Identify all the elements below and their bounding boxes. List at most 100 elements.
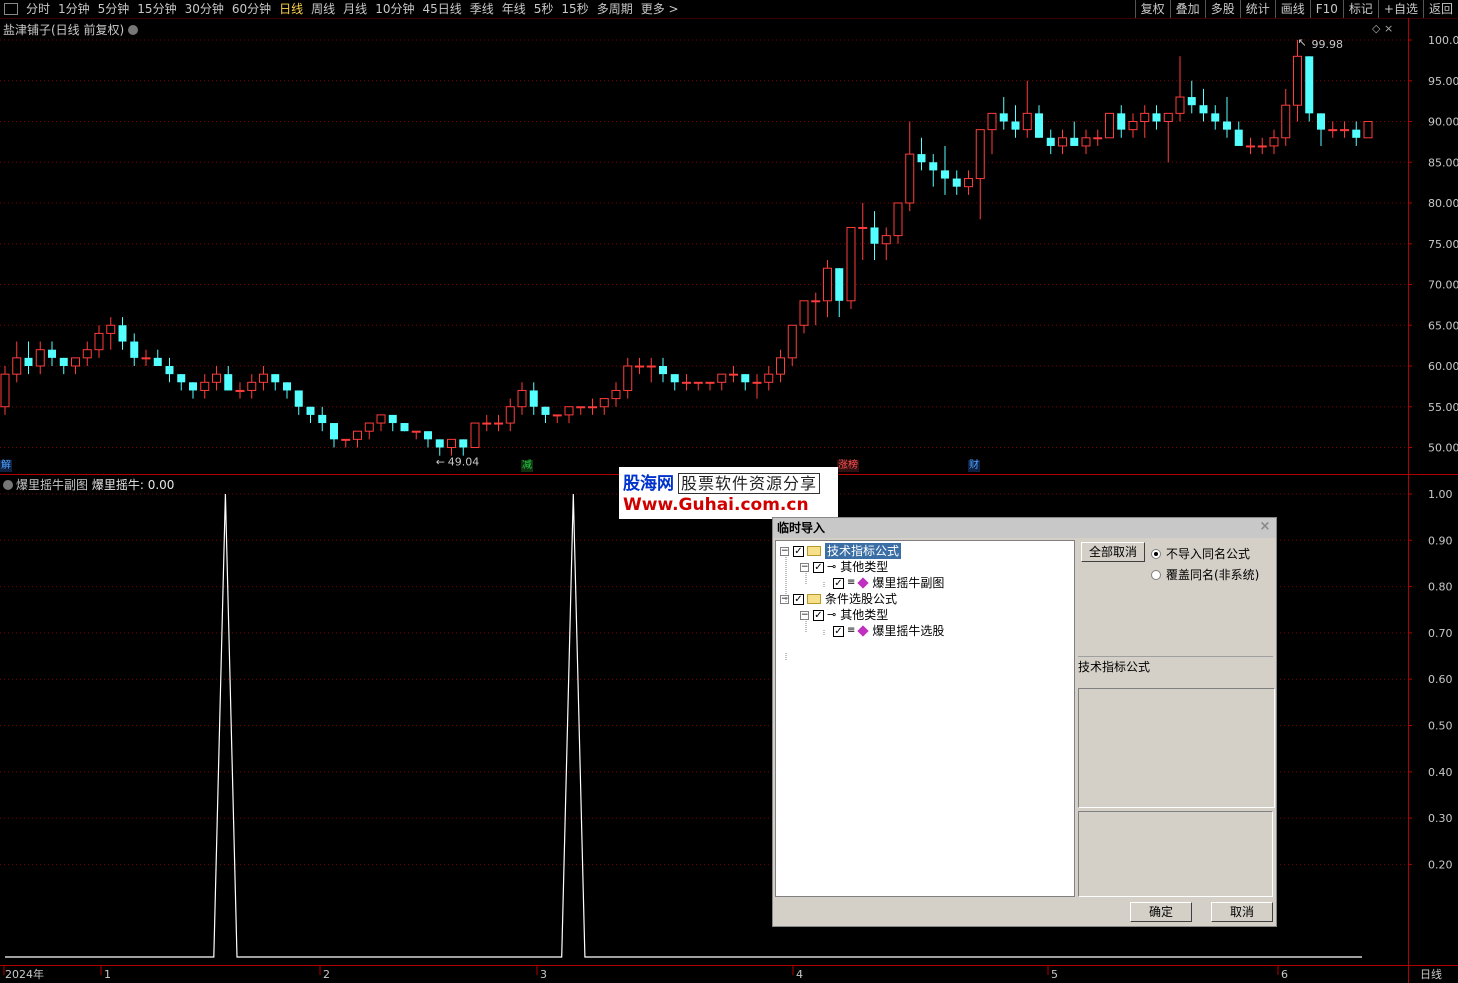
candle-body xyxy=(505,406,515,424)
collapse-icon[interactable]: − xyxy=(800,562,809,572)
candle-body xyxy=(752,381,762,384)
event-marker-jie[interactable]: 解 xyxy=(0,460,12,472)
candle-body xyxy=(1058,137,1067,147)
tree-node[interactable]: ✓ ≡ 爆里摇牛副图 xyxy=(820,575,944,591)
close-icon[interactable]: × xyxy=(1384,22,1393,35)
tree-node-label: 其他类型 xyxy=(840,608,889,622)
candle-body xyxy=(364,422,374,432)
checkbox[interactable]: ✓ xyxy=(833,625,844,637)
radio-circle[interactable] xyxy=(1151,569,1161,580)
checkbox[interactable]: ✓ xyxy=(813,561,824,573)
collapse-icon[interactable]: − xyxy=(780,546,789,556)
candle-body xyxy=(435,439,444,448)
candle-body xyxy=(1317,113,1325,130)
candle-body xyxy=(424,431,432,440)
tree-node[interactable]: ✓ ≡ 爆里摇牛选股 xyxy=(820,623,944,639)
folder-icon xyxy=(807,594,821,604)
candle-body xyxy=(494,422,503,425)
x-tick-label: 2024年 xyxy=(5,967,44,981)
checkbox[interactable]: ✓ xyxy=(813,609,824,621)
y-tick-label: 0.70 xyxy=(1428,627,1453,640)
candle-body xyxy=(659,366,667,375)
candle-body xyxy=(1234,129,1243,146)
close-icon[interactable]: × xyxy=(1258,520,1272,534)
candle-body xyxy=(306,406,315,415)
event-marker-jian[interactable]: 减 xyxy=(521,460,533,472)
cancel-button[interactable]: 取消 xyxy=(1211,902,1273,922)
tree-node-label: 技术指标公式 xyxy=(825,543,902,559)
dialog-titlebar[interactable]: 临时导入 × xyxy=(773,518,1276,538)
candle-body xyxy=(670,374,679,383)
candle-body xyxy=(12,357,22,375)
event-marker-zhangbang[interactable]: 涨榜 xyxy=(837,460,859,472)
checkbox[interactable]: ✓ xyxy=(833,577,844,589)
key-icon: ⊸ xyxy=(827,608,837,621)
candle-body xyxy=(71,357,80,367)
watermark-logo: 股海网 股票软件资源分享 Www.Guhai.com.cn xyxy=(619,467,838,519)
formula-tree[interactable]: − ✓ 技术指标公式 − ✓ ⊸ 其他类型 ✓ ≡ 爆里摇牛副图 − ✓ 条件选股公式 − ✓ ⊸ 其他类型 ✓ ≡… xyxy=(775,540,1075,897)
radio-no-import-same[interactable]: 不导入同名公式 xyxy=(1151,545,1250,562)
candle-body xyxy=(259,373,268,383)
candle-body xyxy=(0,373,10,408)
y-tick-label: 75.00 xyxy=(1428,238,1458,251)
candle-body xyxy=(764,373,774,383)
ok-button[interactable]: 确定 xyxy=(1130,902,1192,922)
radio-overwrite-same[interactable]: 覆盖同名(非系统) xyxy=(1151,566,1259,583)
candle-body xyxy=(118,325,127,342)
tree-node[interactable]: − ✓ 条件选股公式 xyxy=(780,591,897,607)
collapse-icon[interactable]: − xyxy=(800,610,809,620)
y-tick-label: 0.30 xyxy=(1428,812,1453,825)
candle-body xyxy=(787,324,797,359)
candle-body xyxy=(693,381,703,384)
candle-body xyxy=(24,357,33,366)
collapse-icon[interactable]: − xyxy=(780,594,789,604)
tree-node[interactable]: − ✓ ⊸ 其他类型 xyxy=(800,607,888,623)
candle-body xyxy=(1340,129,1349,132)
tree-node[interactable]: − ✓ ⊸ 其他类型 xyxy=(800,559,888,575)
y-tick-label: 80.00 xyxy=(1428,197,1458,210)
main-chart-title: 盐津铺子(日线 前复权) xyxy=(3,21,139,38)
candle-body xyxy=(999,113,1008,122)
candle-body xyxy=(341,438,351,441)
checkbox[interactable]: ✓ xyxy=(793,593,804,605)
y-tick-label: 85.00 xyxy=(1428,156,1458,169)
candle-body xyxy=(623,365,633,391)
tree-node[interactable]: − ✓ 技术指标公式 xyxy=(780,543,902,559)
low-price-label: 49.04 xyxy=(448,456,480,469)
candle-body xyxy=(1093,137,1103,140)
watermark-line1: 股海网 股票软件资源分享 xyxy=(623,469,821,494)
diamond-icon[interactable]: ◇ xyxy=(1372,22,1380,35)
y-tick-label: 0.90 xyxy=(1428,534,1453,547)
radio-circle[interactable] xyxy=(1151,548,1161,559)
key-icon: ⊸ xyxy=(827,560,837,573)
candle-body xyxy=(1199,105,1208,114)
candle-body xyxy=(1035,113,1043,138)
candle-body xyxy=(1105,112,1114,139)
candle-body xyxy=(776,357,785,375)
event-marker-cai[interactable]: 财 xyxy=(968,460,980,472)
description-title: 技术指标公式 xyxy=(1078,656,1273,686)
candle-body xyxy=(705,381,715,384)
candle-body xyxy=(94,332,104,351)
candle-body xyxy=(1328,129,1338,132)
candle-body xyxy=(106,324,116,334)
candle-body xyxy=(1257,145,1267,148)
checkbox[interactable]: ✓ xyxy=(793,545,804,557)
dropdown-icon[interactable] xyxy=(128,25,139,35)
candle-body xyxy=(529,390,538,407)
candle-body xyxy=(941,170,949,179)
candle-body xyxy=(717,373,727,383)
indicator-value: 爆里摇牛: 0.00 xyxy=(91,478,175,492)
candle-body xyxy=(987,112,997,131)
candle-body xyxy=(459,439,468,448)
candle-body xyxy=(447,438,456,449)
indicator-title: 爆里摇牛副图 xyxy=(16,478,89,492)
candle-body xyxy=(470,422,480,448)
y-tick-label: 65.00 xyxy=(1428,319,1458,332)
cancel-all-button[interactable]: 全部取消 xyxy=(1081,542,1145,562)
watermark-url: Www.Guhai.com.cn xyxy=(623,495,809,515)
candle-body xyxy=(141,357,151,360)
dropdown-icon[interactable] xyxy=(3,480,13,490)
chart-tools: ◇ × xyxy=(1372,22,1393,35)
candle-body xyxy=(353,430,362,440)
